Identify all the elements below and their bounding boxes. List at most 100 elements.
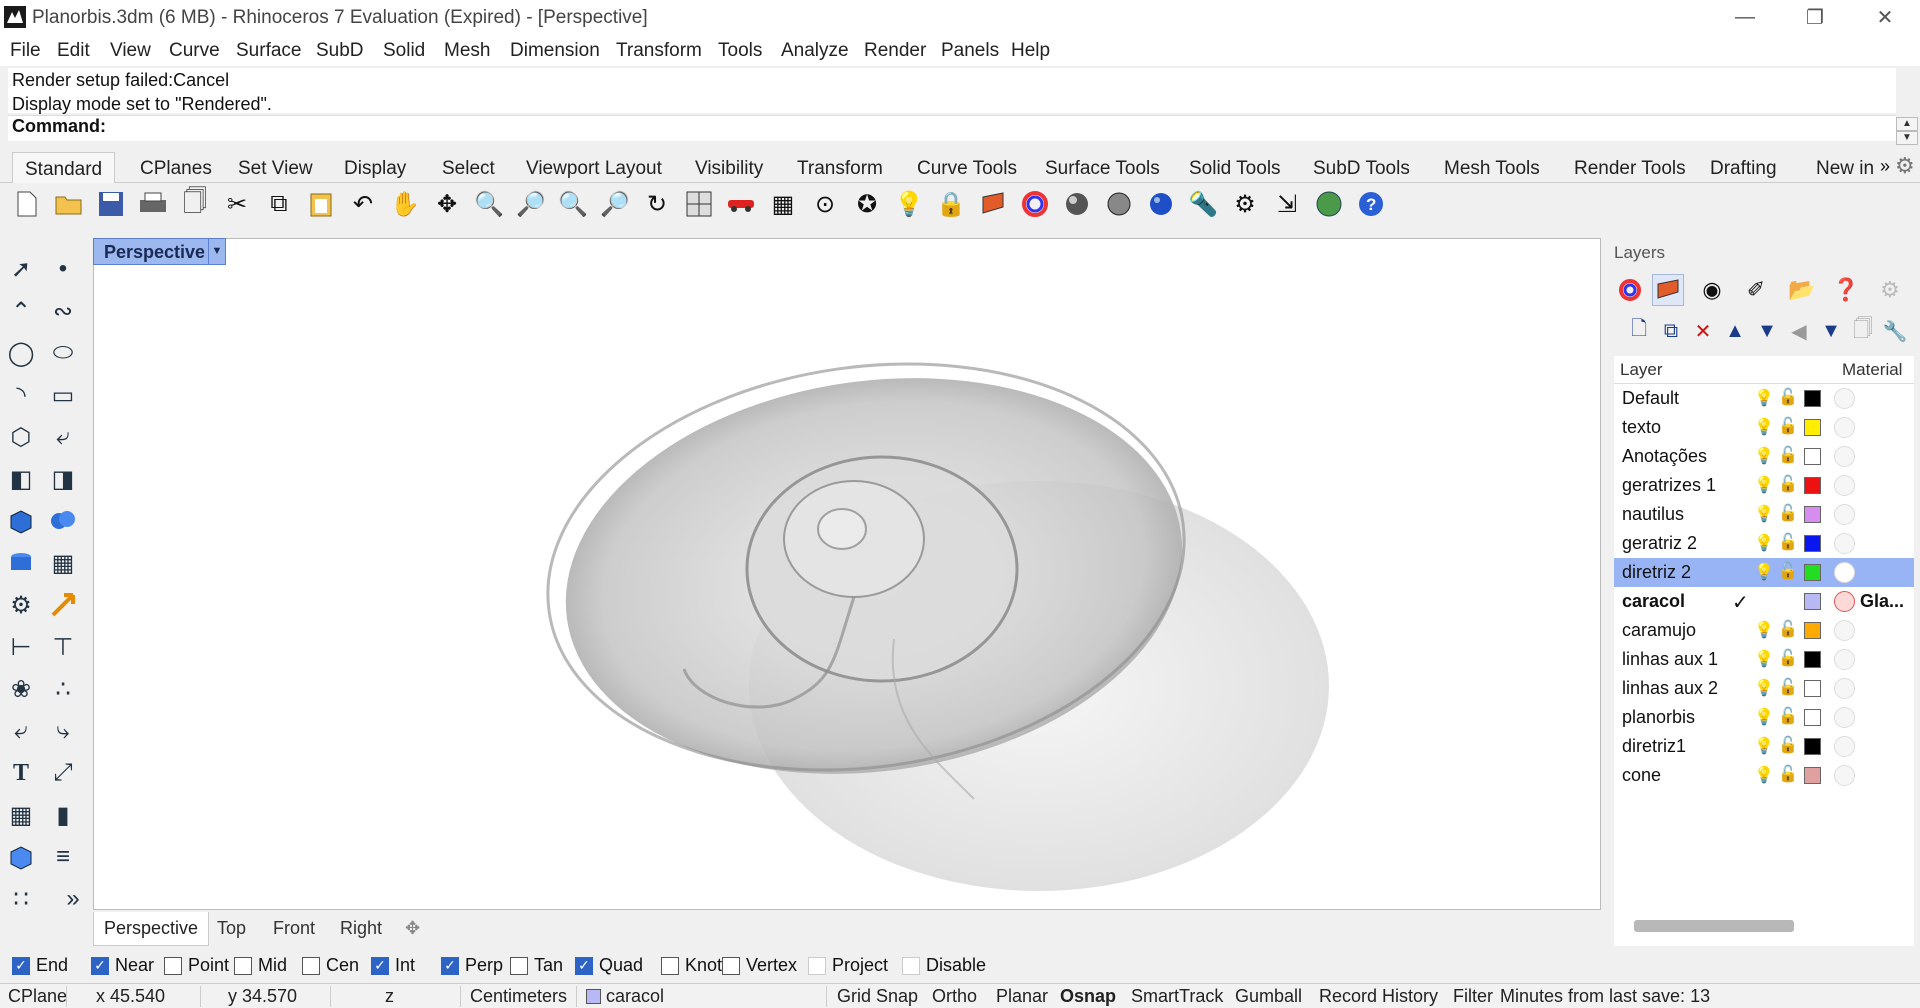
units-label[interactable]: Centimeters xyxy=(470,986,567,1007)
more-tools-icon[interactable]: » xyxy=(54,880,92,918)
osnap-project[interactable]: Project xyxy=(808,955,888,976)
gear-icon[interactable]: ⚙ xyxy=(1895,153,1915,179)
layer-row[interactable]: Default 💡 🔓 xyxy=(1614,384,1914,413)
restore-button[interactable]: ❐ xyxy=(1780,0,1850,35)
align-tool-icon[interactable]: ⊤ xyxy=(44,628,82,666)
car-icon[interactable] xyxy=(724,186,758,222)
undo-icon[interactable]: ↶ xyxy=(346,186,380,222)
tab-new-in[interactable]: New in xyxy=(1816,158,1874,180)
close-button[interactable]: ✕ xyxy=(1850,0,1920,35)
visibility-bulb-icon[interactable]: 💡 xyxy=(1754,533,1774,553)
layer-icon[interactable] xyxy=(976,186,1010,222)
import-icon[interactable]: 🗍 xyxy=(178,186,212,222)
add-viewport-icon[interactable]: ✥ xyxy=(405,918,420,939)
checkbox[interactable] xyxy=(722,956,740,975)
layer-tools-icon[interactable]: 🗍 xyxy=(1848,316,1878,346)
section-icon[interactable]: ▮ xyxy=(44,796,82,834)
arc-icon[interactable]: ◝ xyxy=(2,376,40,414)
lock-icon[interactable]: 🔓 xyxy=(1778,735,1798,755)
rotate-view-icon[interactable]: ✥ xyxy=(430,186,464,222)
tab-standard[interactable]: Standard xyxy=(12,152,116,183)
menu-curve[interactable]: Curve xyxy=(169,40,220,62)
material-swatch-icon[interactable] xyxy=(1834,736,1855,757)
menu-render[interactable]: Render xyxy=(864,40,926,62)
material-swatch-icon[interactable] xyxy=(1834,417,1855,438)
settings-gears-icon[interactable]: ⚙ xyxy=(1228,186,1262,222)
ellipse-icon[interactable]: ⬭ xyxy=(44,334,82,372)
point-osnap-icon[interactable]: ⊙ xyxy=(808,186,842,222)
four-viewports-icon[interactable] xyxy=(682,186,716,222)
visibility-bulb-icon[interactable]: 💡 xyxy=(1754,649,1774,669)
lock-icon[interactable]: 🔓 xyxy=(1778,677,1798,697)
copy-icon[interactable]: ⧉ xyxy=(262,186,296,222)
menu-view[interactable]: View xyxy=(110,40,151,62)
layer-row[interactable]: geratriz 2 💡 🔓 xyxy=(1614,529,1914,558)
open-folder-icon[interactable] xyxy=(52,186,86,222)
text-icon[interactable]: T xyxy=(2,754,40,792)
material-swatch-icon[interactable] xyxy=(1834,388,1855,409)
layer-color-swatch[interactable] xyxy=(1804,390,1821,407)
mesh-icon[interactable]: ▦ xyxy=(44,544,82,582)
layer-row[interactable]: caramujo 💡 🔓 xyxy=(1614,616,1914,645)
zoom-extents-icon[interactable]: 🔍 xyxy=(556,186,590,222)
tab-subd-tools[interactable]: SubD Tools xyxy=(1313,158,1410,180)
polyline-icon[interactable]: ⌃ xyxy=(2,292,40,330)
checkbox[interactable] xyxy=(234,956,252,975)
libraries-tab-icon[interactable]: 📂 xyxy=(1786,274,1818,306)
menu-transform[interactable]: Transform xyxy=(616,40,702,62)
scroll-up-icon[interactable]: ▲ xyxy=(1896,117,1918,131)
point-icon[interactable]: • xyxy=(44,250,82,288)
checkbox[interactable]: ✓ xyxy=(575,956,593,975)
panel-gear-icon[interactable]: ⚙ xyxy=(1874,274,1906,306)
menu-surface[interactable]: Surface xyxy=(236,40,301,62)
tab-visibility[interactable]: Visibility xyxy=(695,158,763,180)
lock-icon[interactable]: 🔓 xyxy=(1778,648,1798,668)
menu-subd[interactable]: SubD xyxy=(316,40,364,62)
rectangle-icon[interactable]: ▭ xyxy=(44,376,82,414)
visibility-bulb-icon[interactable]: 💡 xyxy=(1754,736,1774,756)
new-sublayer-icon[interactable]: ⧉ xyxy=(1656,316,1686,346)
tab-viewport-layout[interactable]: Viewport Layout xyxy=(526,158,662,180)
osnap-near[interactable]: ✓ Near xyxy=(91,955,154,976)
color-wheel-icon[interactable] xyxy=(1018,186,1052,222)
box-icon[interactable] xyxy=(2,502,40,540)
checkbox[interactable] xyxy=(808,956,826,975)
smarttrack-toggle[interactable]: SmartTrack xyxy=(1131,986,1223,1007)
material-swatch-icon[interactable] xyxy=(1834,678,1855,699)
osnap-disable[interactable]: Disable xyxy=(902,955,986,976)
delete-layer-icon[interactable]: ✕ xyxy=(1688,316,1718,346)
gumball-toggle[interactable]: Gumball xyxy=(1235,986,1302,1007)
ortho-toggle[interactable]: Ortho xyxy=(932,986,977,1007)
layer-row[interactable]: cone 💡 🔓 xyxy=(1614,761,1914,790)
surface-icon[interactable]: ◧ xyxy=(2,460,40,498)
menu-help[interactable]: Help xyxy=(1011,40,1050,62)
move-up-icon[interactable]: ▲ xyxy=(1720,316,1750,346)
tab-surface-tools[interactable]: Surface Tools xyxy=(1045,158,1160,180)
tab-perspective[interactable]: Perspective xyxy=(93,912,210,946)
menu-tools[interactable]: Tools xyxy=(718,40,762,62)
array-icon[interactable]: ∴ xyxy=(44,670,82,708)
boolean-union-icon[interactable] xyxy=(44,502,82,540)
cut-icon[interactable]: ✂ xyxy=(220,186,254,222)
osnap-settings-icon[interactable]: ✪ xyxy=(850,186,884,222)
layer-color-swatch[interactable] xyxy=(1804,680,1821,697)
dimension-icon[interactable]: ⇲ xyxy=(1270,186,1304,222)
osnap-tan[interactable]: Tan xyxy=(510,955,563,976)
materials-tab-icon[interactable]: ✐ xyxy=(1740,274,1772,306)
pan-hand-icon[interactable]: ✋ xyxy=(388,186,422,222)
grid-plane-icon[interactable]: ▦ xyxy=(766,186,800,222)
render-sphere-icon[interactable] xyxy=(1144,186,1178,222)
menu-dimension[interactable]: Dimension xyxy=(510,40,600,62)
help-tab-icon[interactable]: ❓ xyxy=(1830,274,1862,306)
material-swatch-icon[interactable] xyxy=(1834,446,1855,467)
new-layer-icon[interactable]: 🗋 xyxy=(1624,316,1654,346)
rendered-sphere-icon[interactable] xyxy=(1102,186,1136,222)
layer-color-swatch[interactable] xyxy=(1804,506,1821,523)
checkbox[interactable]: ✓ xyxy=(371,956,389,975)
tab-top[interactable]: Top xyxy=(217,918,246,939)
material-swatch-icon[interactable] xyxy=(1834,475,1855,496)
help-icon[interactable]: ? xyxy=(1354,186,1388,222)
layer-color-swatch[interactable] xyxy=(1804,709,1821,726)
surface-edit-icon[interactable]: ◨ xyxy=(44,460,82,498)
lock-icon[interactable]: 🔓 xyxy=(1778,706,1798,726)
